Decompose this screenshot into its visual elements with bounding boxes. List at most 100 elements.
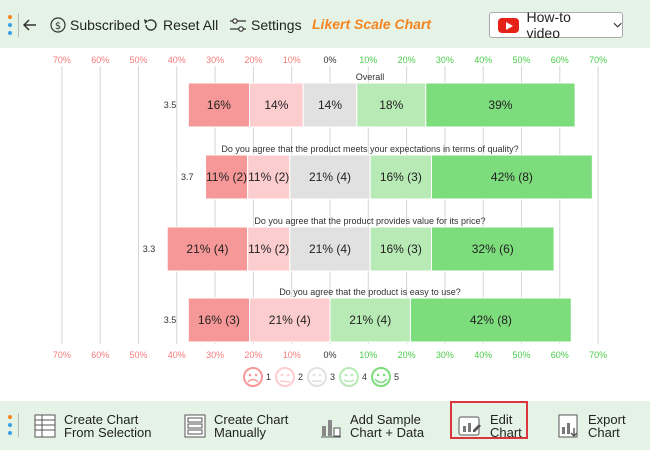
legend-face-icon — [243, 367, 263, 387]
bar-label: 16% — [207, 98, 231, 112]
reset-all-label: Reset All — [163, 17, 219, 33]
bottom-toolbar: Create Chart From Selection Create Chart M… — [0, 401, 650, 450]
back-button[interactable] — [23, 14, 37, 36]
bottom-toolbar-divider — [18, 413, 19, 437]
tick-label-bottom: 20% — [398, 350, 416, 360]
question-label: Do you agree that the product meets your… — [221, 144, 518, 154]
tick-label-bottom: 60% — [91, 350, 109, 360]
add-sample-button[interactable]: Add Sample Chart + Data — [320, 411, 424, 441]
tick-label-top: 30% — [436, 55, 454, 65]
bar-label: 42% (8) — [470, 313, 512, 327]
legend-face-icon — [371, 367, 391, 387]
export-chart-button[interactable]: Export Chart — [558, 411, 626, 441]
bottom-drag-handle-icon[interactable] — [8, 415, 12, 435]
drag-handle-icon[interactable] — [8, 15, 12, 35]
question-label: Overall — [356, 72, 385, 82]
reset-all-button[interactable]: Reset All — [143, 14, 218, 36]
how-to-video-dropdown[interactable]: How-to video — [489, 9, 623, 41]
tick-label-bottom: 30% — [436, 350, 454, 360]
tick-label-top: 30% — [206, 55, 224, 65]
question-label: Do you agree that the product provides v… — [254, 216, 485, 226]
mean-value: 3.5 — [164, 315, 177, 325]
mean-value: 3.3 — [143, 244, 156, 254]
tick-label-bottom: 40% — [168, 350, 186, 360]
bar-label: 14% — [264, 98, 288, 112]
youtube-icon — [498, 17, 519, 33]
bar-label: 16% (3) — [380, 170, 422, 184]
legend-face-icon — [307, 367, 327, 387]
create-manually-line2: Manually — [214, 425, 267, 440]
svg-text:$: $ — [55, 21, 61, 32]
bar-label: 21% (4) — [349, 313, 391, 327]
tick-label-top: 70% — [589, 55, 607, 65]
dollar-circle-icon: $ — [50, 17, 66, 33]
tick-label-bottom: 50% — [512, 350, 530, 360]
tick-label-top: 60% — [91, 55, 109, 65]
likert-chart: 70%70%60%60%50%50%40%40%30%30%20%20%10%1… — [53, 55, 607, 387]
export-chart-line2: Chart — [588, 425, 620, 440]
bar-label: 21% (4) — [309, 242, 351, 256]
export-icon — [558, 414, 578, 438]
create-manually-button[interactable]: Create Chart Manually — [184, 411, 288, 441]
tick-label-top: 50% — [512, 55, 530, 65]
question-label: Do you agree that the product is easy to… — [279, 287, 461, 297]
chevron-down-icon — [613, 22, 622, 28]
legend-level-label: 1 — [266, 372, 271, 382]
tick-label-bottom: 70% — [53, 350, 71, 360]
tick-label-top: 20% — [244, 55, 262, 65]
tick-label-top: 40% — [168, 55, 186, 65]
create-from-selection-button[interactable]: Create Chart From Selection — [34, 411, 151, 441]
create-from-selection-line2: From Selection — [64, 425, 152, 440]
mean-value: 3.7 — [181, 172, 194, 182]
tick-label-bottom: 70% — [589, 350, 607, 360]
bar-label: 42% (8) — [491, 170, 533, 184]
tick-label-bottom: 0% — [323, 350, 336, 360]
tick-label-bottom: 30% — [206, 350, 224, 360]
tick-label-bottom: 40% — [474, 350, 492, 360]
form-icon — [184, 414, 206, 438]
edit-chart-highlight — [450, 401, 528, 439]
sliders-icon — [230, 18, 246, 32]
bar-label: 39% — [488, 98, 512, 112]
bar-label: 18% — [379, 98, 403, 112]
bar-label: 21% (4) — [269, 313, 311, 327]
legend-level-label: 3 — [330, 372, 335, 382]
settings-button[interactable]: Settings — [229, 14, 302, 36]
tick-label-bottom: 50% — [129, 350, 147, 360]
top-toolbar: $ Subscribed Reset All Settings Likert S… — [0, 0, 650, 48]
legend-level-label: 5 — [394, 372, 399, 382]
bar-label: 16% (3) — [380, 242, 422, 256]
legend-face-icon — [275, 367, 295, 387]
tick-label-top: 10% — [283, 55, 301, 65]
tick-label-bottom: 60% — [551, 350, 569, 360]
settings-label: Settings — [251, 17, 302, 33]
bar-label: 21% (4) — [186, 242, 228, 256]
tick-label-top: 40% — [474, 55, 492, 65]
bar-label: 16% (3) — [198, 313, 240, 327]
table-icon — [34, 414, 56, 438]
tick-label-bottom: 10% — [359, 350, 377, 360]
bar-label: 32% (6) — [472, 242, 514, 256]
page-title: Likert Scale Chart — [312, 16, 432, 32]
add-sample-line2: Chart + Data — [350, 425, 425, 440]
legend-level-label: 4 — [362, 372, 367, 382]
subscribed-label: Subscribed — [70, 17, 141, 33]
tick-label-top: 70% — [53, 55, 71, 65]
back-arrow-icon — [23, 19, 36, 31]
tick-label-top: 0% — [323, 55, 336, 65]
legend-face-icon — [339, 367, 359, 387]
bar-label: 11% (2) — [248, 170, 289, 184]
bar-label: 21% (4) — [309, 170, 351, 184]
tick-label-top: 50% — [129, 55, 147, 65]
how-to-video-label: How-to video — [526, 9, 571, 41]
tick-label-bottom: 10% — [283, 350, 301, 360]
tick-label-top: 20% — [398, 55, 416, 65]
undo-icon — [144, 19, 157, 31]
tick-label-bottom: 20% — [244, 350, 262, 360]
bar-label: 14% — [318, 98, 342, 112]
sample-chart-icon — [321, 420, 341, 438]
tick-label-top: 60% — [551, 55, 569, 65]
legend-level-label: 2 — [298, 372, 303, 382]
subscribed-button[interactable]: $ Subscribed — [50, 14, 140, 36]
bar-label: 11% (2) — [248, 242, 289, 256]
